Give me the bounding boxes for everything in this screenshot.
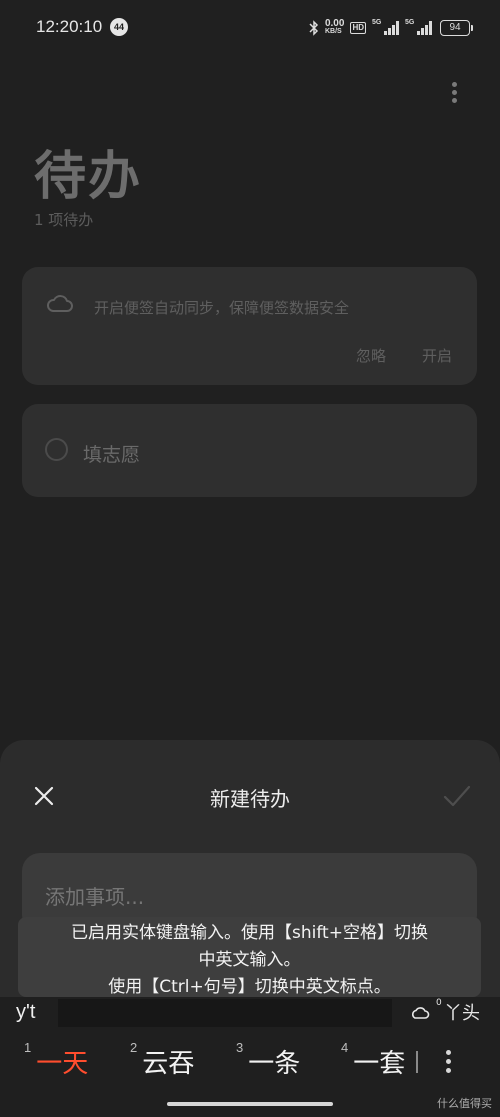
more-candidates-icon[interactable]	[446, 1050, 452, 1077]
more-options-icon[interactable]	[452, 82, 460, 106]
status-indicators: 0.00 KB/S HD 5G 5G 94	[309, 18, 473, 38]
ime-composing-bar: y't 0 丫头	[0, 997, 500, 1029]
sim1-signal-icon: 5G	[372, 19, 399, 35]
bluetooth-icon	[309, 20, 319, 36]
candidate-number: 4	[341, 1040, 349, 1055]
candidate-number: 2	[130, 1040, 138, 1055]
toast-line-1: 已启用实体键盘输入。使用【shift+空格】切换	[71, 923, 428, 943]
watermark: 什么值得买	[437, 1097, 492, 1110]
ime-candidate[interactable]: 3 一条	[236, 1040, 301, 1080]
battery-level: 94	[449, 22, 461, 33]
home-indicator[interactable]	[167, 1102, 333, 1106]
page-title: 待办	[34, 147, 143, 207]
cloud-icon	[47, 295, 73, 312]
battery-icon: 94	[440, 20, 473, 36]
sim1-network-label: 5G	[372, 19, 382, 26]
candidate-word: 一条	[248, 1049, 301, 1079]
confirm-check-icon[interactable]	[443, 785, 471, 807]
candidate-word: 云吞	[142, 1049, 195, 1079]
keyboard-toast: 已启用实体键盘输入。使用【shift+空格】切换 中英文输入。 使用【Ctrl+…	[18, 917, 481, 997]
ime-candidate[interactable]: 1 一天	[24, 1040, 89, 1080]
ignore-button[interactable]: 忽略	[356, 345, 386, 366]
status-bar: 12:20:10 44 0.00 KB/S HD 5G 5G 94	[0, 0, 500, 58]
system-nav-bar: 什么值得买	[0, 1089, 500, 1117]
sync-banner-text: 开启便签自动同步，保障便签数据安全	[94, 299, 350, 317]
ime-candidate-bar: 1 一天 2 云吞 3 一条 4 一套	[0, 1029, 500, 1089]
todo-checkbox[interactable]	[45, 438, 68, 461]
ime-cloud-icon[interactable]	[410, 1005, 430, 1021]
hd-voice-icon: HD	[350, 22, 366, 34]
sync-banner: 开启便签自动同步，保障便签数据安全 忽略 开启	[22, 267, 477, 385]
todo-item[interactable]: 填志愿	[22, 404, 477, 497]
ime-candidate[interactable]: 4 一套	[341, 1040, 406, 1080]
network-speed-value: 0.00	[324, 18, 345, 29]
candidate-number: 1	[24, 1040, 32, 1055]
notification-count-badge: 44	[110, 18, 128, 36]
ime-mode-switch[interactable]: 丫头	[444, 999, 480, 1025]
ime-pinyin-text: y't	[16, 1001, 36, 1023]
toast-line-2: 中英文输入。	[198, 950, 301, 970]
sim2-signal-icon: 5G	[405, 19, 432, 35]
todo-count: 1 项待办	[34, 211, 94, 229]
ime-degree-label: 0	[436, 998, 442, 1008]
status-time: 12:20:10	[36, 17, 103, 36]
enable-sync-button[interactable]: 开启	[422, 345, 452, 366]
ime-composing-field	[58, 999, 392, 1027]
candidate-divider	[416, 1051, 418, 1073]
candidate-number: 3	[236, 1040, 244, 1055]
network-speed-unit: KB/S	[324, 28, 342, 35]
todo-item-text: 填志愿	[83, 444, 141, 466]
candidate-word: 一套	[353, 1049, 406, 1079]
sim2-network-label: 5G	[405, 19, 415, 26]
network-speed: 0.00 KB/S	[324, 18, 345, 36]
todo-input-placeholder: 添加事项...	[45, 885, 145, 909]
ime-candidate[interactable]: 2 云吞	[130, 1040, 195, 1080]
candidate-word: 一天	[36, 1049, 89, 1079]
sheet-title: 新建待办	[210, 787, 290, 811]
